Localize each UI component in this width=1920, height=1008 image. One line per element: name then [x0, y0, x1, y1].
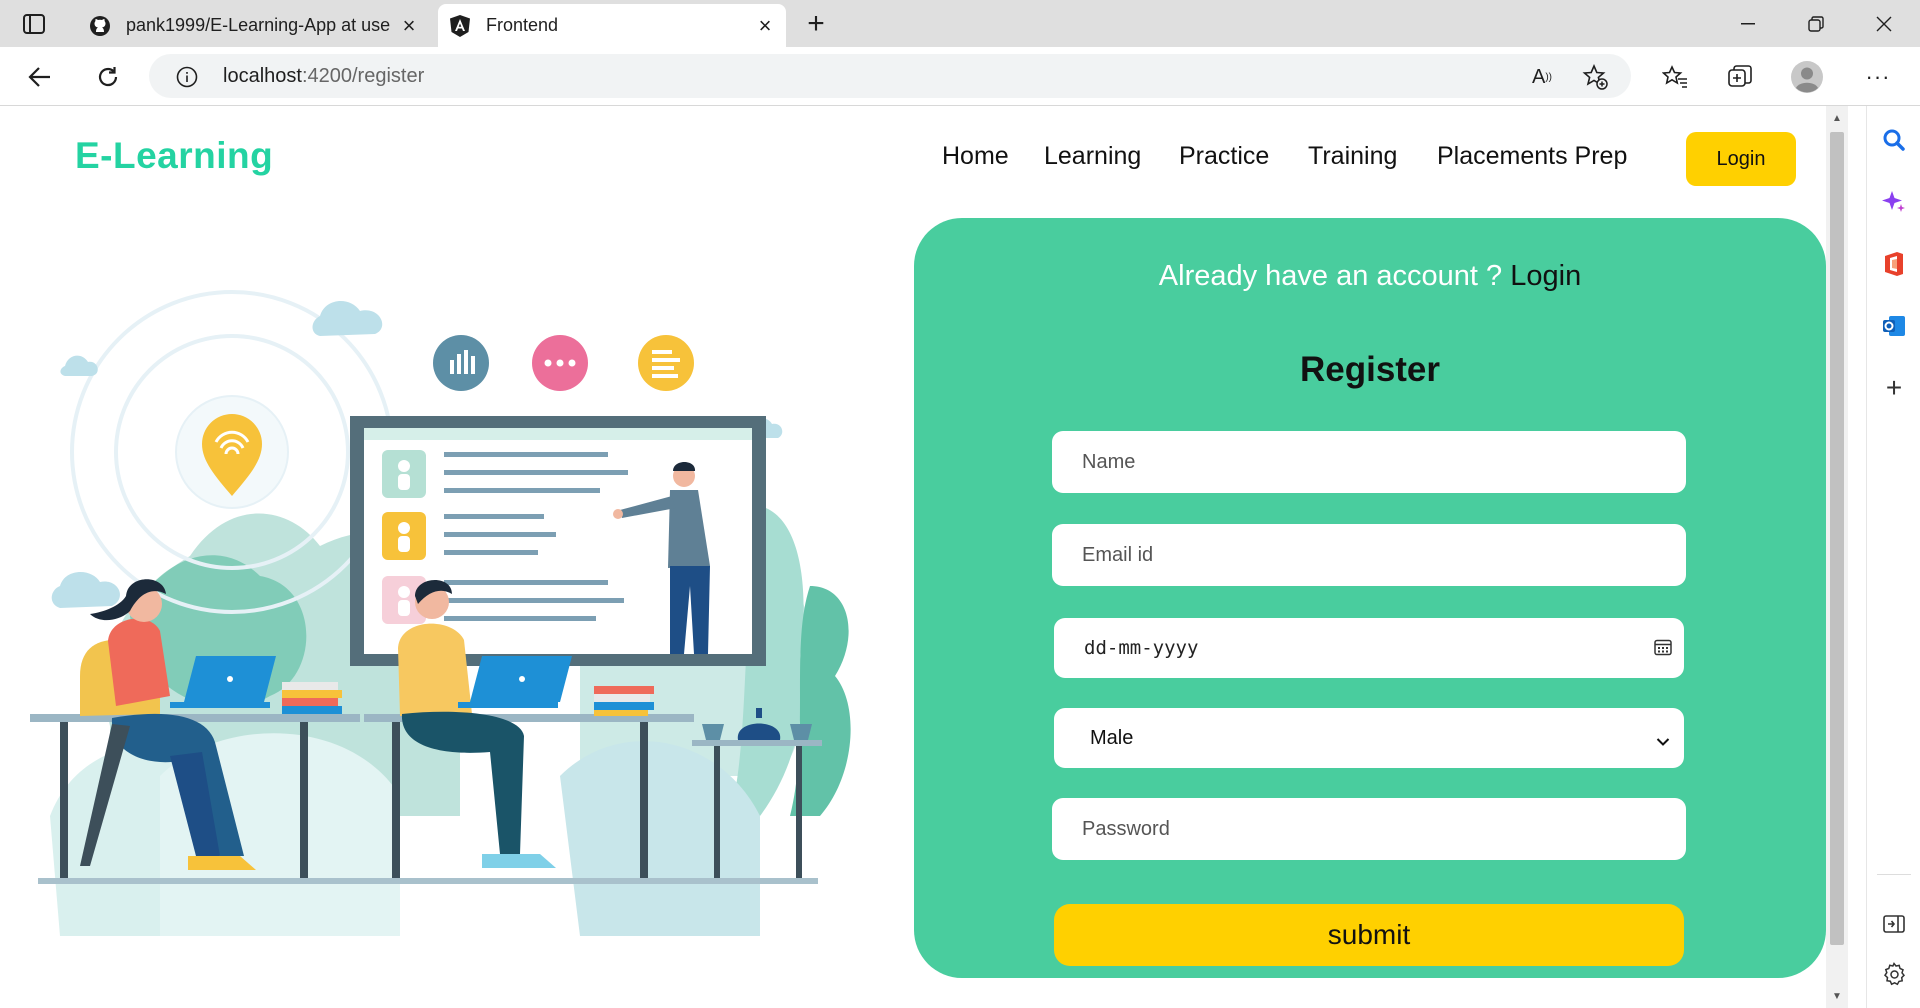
favorites-icon[interactable] [1657, 59, 1693, 95]
settings-gear-icon[interactable] [1867, 952, 1920, 996]
scroll-thumb[interactable] [1830, 132, 1844, 945]
tab-actions-icon[interactable] [18, 10, 50, 38]
name-placeholder: Name [1082, 450, 1136, 473]
tab-frontend[interactable]: Frontend × [438, 4, 786, 47]
search-icon[interactable] [1867, 118, 1920, 162]
register-title: Register [1299, 350, 1441, 389]
nav-learning[interactable]: Learning [1044, 142, 1141, 171]
header-login-button[interactable]: Login [1686, 132, 1796, 186]
password-input[interactable]: Password [1052, 798, 1686, 860]
nav-home[interactable]: Home [942, 142, 1009, 171]
new-tab-icon[interactable]: + [800, 7, 832, 40]
site-info-icon[interactable] [175, 65, 199, 89]
calendar-icon[interactable] [1654, 638, 1672, 661]
url-path: :4200/register [301, 65, 425, 87]
email-placeholder: Email id [1082, 543, 1154, 566]
email-input[interactable]: Email id [1052, 524, 1686, 586]
login-prompt: Already have an account ? Login [914, 260, 1826, 293]
tab-github[interactable]: pank1999/E-Learning-App at use × [78, 4, 430, 47]
copilot-icon[interactable] [1867, 180, 1920, 224]
nav-training[interactable]: Training [1308, 142, 1397, 171]
date-placeholder: dd-mm-yyyy [1084, 637, 1199, 659]
login-link[interactable]: Login [1510, 260, 1581, 292]
gender-select[interactable]: Male [1054, 708, 1684, 768]
name-input[interactable]: Name [1052, 431, 1686, 493]
address-bar-row: localhost:4200/register A)) ··· [0, 47, 1920, 106]
close-tab-icon[interactable]: × [750, 13, 780, 39]
angular-icon [448, 14, 472, 38]
tab-title: Frontend [486, 15, 559, 35]
more-menu-icon[interactable]: ··· [1860, 61, 1896, 93]
site-logo[interactable]: E-Learning [75, 135, 273, 177]
scroll-down-icon[interactable]: ▼ [1826, 986, 1848, 1006]
minimize-icon[interactable] [1714, 0, 1782, 47]
close-tab-icon[interactable]: × [394, 13, 424, 39]
scroll-up-icon[interactable]: ▲ [1826, 108, 1848, 128]
browser-tab-bar: pank1999/E-Learning-App at use × Fronten… [0, 0, 1920, 47]
login-prompt-text: Already have an account ? [1158, 260, 1503, 292]
url-text[interactable]: localhost:4200/register [223, 54, 424, 98]
register-card: Already have an account ? Login Register… [914, 218, 1826, 978]
nav-placements-prep[interactable]: Placements Prep [1437, 142, 1627, 171]
office-icon[interactable] [1867, 242, 1920, 286]
chevron-down-icon [1656, 730, 1670, 753]
profile-avatar[interactable] [1790, 60, 1824, 94]
password-placeholder: Password [1082, 817, 1170, 840]
tab-title: pank1999/E-Learning-App at use [126, 15, 391, 35]
e-learning-illustration [30, 290, 851, 936]
hide-sidebar-icon[interactable] [1867, 902, 1920, 946]
url-host: localhost [223, 65, 302, 87]
restore-icon[interactable] [1782, 0, 1850, 47]
add-favorite-icon[interactable] [1581, 63, 1609, 91]
github-icon [88, 14, 112, 38]
dob-input[interactable]: dd-mm-yyyy [1054, 618, 1684, 678]
back-icon[interactable] [22, 59, 58, 95]
collections-icon[interactable] [1722, 59, 1758, 95]
page-viewport: E-Learning Home Learning Practice Traini… [0, 106, 1826, 1008]
add-icon[interactable]: + [1867, 366, 1920, 410]
close-window-icon[interactable] [1850, 0, 1918, 47]
sidebar-divider [1877, 874, 1911, 875]
edge-sidebar: + [1866, 106, 1920, 1008]
read-aloud-icon[interactable]: A)) [1529, 64, 1555, 90]
refresh-icon[interactable] [90, 59, 126, 95]
gender-value: Male [1090, 726, 1134, 749]
submit-button[interactable]: submit [1054, 904, 1684, 966]
omnibox[interactable]: localhost:4200/register A)) [149, 54, 1631, 98]
page-scrollbar[interactable]: ▲ ▼ [1826, 106, 1848, 1008]
nav-practice[interactable]: Practice [1179, 142, 1269, 171]
outlook-icon[interactable] [1867, 304, 1920, 348]
